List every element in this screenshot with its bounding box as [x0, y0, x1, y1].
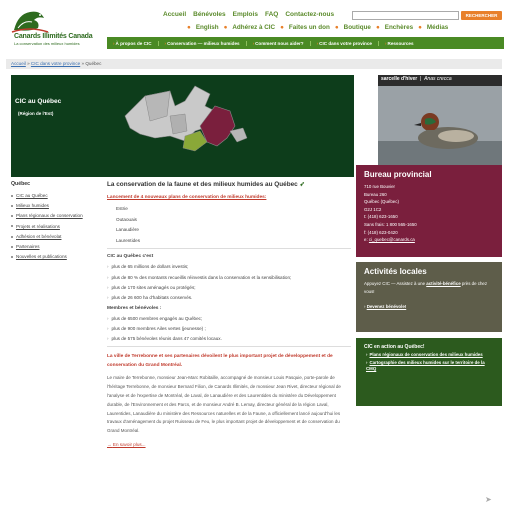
nav-emplois[interactable]: Emplois — [233, 11, 258, 18]
activite-link[interactable]: activité-bénéfice — [426, 281, 460, 286]
logo-title: Canards Illimités Canada — [14, 33, 93, 40]
search-input[interactable] — [352, 11, 459, 20]
menu-item-ressources[interactable]: ›Ressources — [379, 41, 420, 46]
bullet-icon — [11, 215, 13, 218]
divider — [107, 248, 351, 250]
bullet-icon — [11, 255, 13, 258]
member-item: › plus de 575 bénévoles réunis dans 47 co… — [107, 336, 222, 342]
stats-list: › plus de 65 millions de dollars investis… — [107, 264, 351, 300]
bullet-icon: ● — [187, 24, 191, 31]
nav-encheres[interactable]: Enchères — [385, 24, 413, 31]
sidebar-heading: Québec — [11, 181, 31, 187]
arrow-icon: › — [252, 40, 255, 46]
menu-item-conservation[interactable]: ›Conservation — milieux humides — [159, 40, 247, 46]
stat-item: › plus de 170 sites aménagés ou protégés; — [107, 284, 196, 290]
email-link[interactable]: ci_quebec@canards.ca — [369, 237, 415, 242]
main-content: La conservation de la faune et des milie… — [107, 180, 351, 447]
bullet-icon: ● — [418, 24, 422, 31]
bullet-icon: ● — [223, 24, 228, 31]
bullet-icon — [11, 194, 13, 197]
nav-faq[interactable]: FAQ — [265, 11, 278, 18]
photo-caption: sarcelle d'hiver | Anas crecca — [381, 76, 452, 82]
bullet-icon — [11, 235, 13, 238]
top-nav: Accueil Bénévoles Emplois FAQ Contactez-… — [163, 11, 334, 18]
stat-item: › plus de 26 600 ha d'habitats conservés. — [107, 295, 193, 301]
news-body: Le maire de Terrebonne, monsieur Jean-Ma… — [107, 375, 341, 434]
sidebar-item-partenaires[interactable]: Partenaires — [11, 244, 101, 249]
nav-benevoles[interactable]: Bénévoles — [193, 11, 226, 18]
read-more-link[interactable]: → En savoir plus... — [107, 442, 351, 447]
plans-announcement-link[interactable]: Lancement de 4 nouveaux plans de conserv… — [107, 195, 351, 200]
members-list: › plus de 6500 membres engagés au Québec;… — [107, 316, 351, 342]
action-link-cartographie[interactable]: › Cartographie des milieux humides sur le… — [356, 358, 502, 372]
plans-list: Estrie Outaouais Lanaudière Laurentides — [107, 206, 351, 243]
plan-item: Outaouais — [116, 216, 137, 222]
banner-subtitle: (Région de l'Est) — [18, 111, 54, 116]
main-menu-bar: ›À propos de CIC ›Conservation — milieux… — [107, 37, 504, 49]
member-item: › plus de 900 membres Ailes vertes (jeune… — [107, 325, 206, 331]
sidebar-item-adhesion[interactable]: Adhésion et bénévolat — [11, 234, 101, 239]
activites-panel: Activités locales Appuyez CIC — Assistez… — [356, 262, 502, 332]
bullet-icon — [11, 204, 13, 207]
canada-map-icon — [124, 85, 248, 152]
arrow-icon: › — [113, 40, 115, 46]
menu-item-apropos[interactable]: ›À propos de CIC — [107, 40, 159, 46]
teal-duck-photo-icon — [378, 86, 502, 165]
stat-item: › plus de 65 millions de dollars investis… — [107, 264, 189, 270]
action-panel: CIC en action au Québec! › Plans régionau… — [356, 338, 502, 406]
nav-english[interactable]: English — [196, 24, 219, 31]
bullet-icon — [11, 225, 13, 228]
menu-item-province[interactable]: ›CIC dans votre province — [311, 40, 379, 46]
sidebar-item-plans[interactable]: Plans régionaux de conservation — [11, 213, 101, 218]
plan-item: Lanaudière — [116, 227, 139, 233]
volunteer-cta[interactable]: › Devenez bénévole! — [356, 295, 502, 311]
secondary-nav: ● English ● Adhérez à CIC ● Faites un don ●… — [187, 24, 448, 31]
arrow-icon: › — [384, 40, 387, 46]
arrow-icon: › — [316, 40, 319, 46]
duck-mini-icon: ➶ — [299, 181, 305, 188]
members-heading: Membres et bénévoles : — [107, 305, 162, 311]
nav-don[interactable]: Faites un don — [289, 24, 330, 31]
bullet-icon: ● — [334, 24, 339, 31]
nav-contact[interactable]: Contactez-nous — [285, 11, 334, 18]
plan-item: Laurentides — [116, 237, 141, 243]
plan-item: Estrie — [116, 206, 128, 211]
sidebar-item-projets[interactable]: Projets et réalisations — [11, 224, 101, 229]
bullet-icon: ● — [375, 24, 380, 31]
action-link-plans[interactable]: › Plans régionaux de conservation des mil… — [356, 350, 502, 358]
banner-title: CIC au Québec — [15, 98, 62, 105]
logo-tagline: La conservation des milieux humides — [14, 41, 80, 46]
menu-item-aider[interactable]: ›Comment nous aider? — [247, 40, 311, 46]
bureau-title: Bureau provincial — [364, 170, 432, 179]
nav-medias[interactable]: Médias — [427, 24, 448, 31]
breadcrumb-home[interactable]: Accueil — [11, 61, 26, 66]
member-item: › plus de 6500 membres engagés au Québec; — [107, 315, 203, 321]
divider — [107, 346, 351, 348]
breadcrumb: Accueil » CIC dans votre province » Québ… — [11, 61, 102, 66]
bureau-panel: Bureau provincial 710 rue Bouvier Bureau… — [356, 165, 502, 257]
sidebar-item-nouvelles[interactable]: Nouvelles et publications — [11, 254, 101, 259]
activites-title: Activités locales — [364, 267, 427, 276]
news-title: La ville de Terrebonne et ses partenaire… — [107, 354, 333, 369]
bullet-icon — [11, 245, 13, 248]
activites-text: Appuyez CIC — Assistez à une activité-bé… — [364, 281, 488, 294]
sidebar-item-milieux[interactable]: Milieux humides — [11, 203, 101, 208]
bullet-icon: ● — [280, 24, 284, 31]
sidebar: CIC au Québec Milieux humides Plans régi… — [11, 193, 101, 264]
arrow-icon: › — [164, 40, 167, 46]
duck-logo-icon[interactable] — [10, 4, 50, 34]
stats-heading: CIC au Québec c'est — [107, 254, 154, 260]
action-title: CIC en action au Québec! — [364, 344, 425, 350]
nav-boutique[interactable]: Boutique — [344, 24, 371, 31]
breadcrumb-current: Québec — [85, 61, 102, 66]
sidebar-item-cic[interactable]: CIC au Québec — [11, 193, 101, 198]
search-button[interactable]: RECHERCHER — [461, 11, 502, 20]
bureau-address: 710 rue Bouvier Bureau 260 Québec (Québe… — [364, 184, 417, 243]
nav-accueil[interactable]: Accueil — [163, 11, 186, 18]
nav-adherez[interactable]: Adhérez à CIC — [232, 24, 275, 31]
breadcrumb-province[interactable]: CIC dans votre province — [31, 61, 80, 66]
stat-item: › plus de 80 % des montants recueillis ré… — [107, 274, 292, 280]
page-title: La conservation de la faune et des milie… — [107, 181, 305, 188]
scroll-arrow-icon[interactable]: ➤ — [485, 495, 492, 504]
